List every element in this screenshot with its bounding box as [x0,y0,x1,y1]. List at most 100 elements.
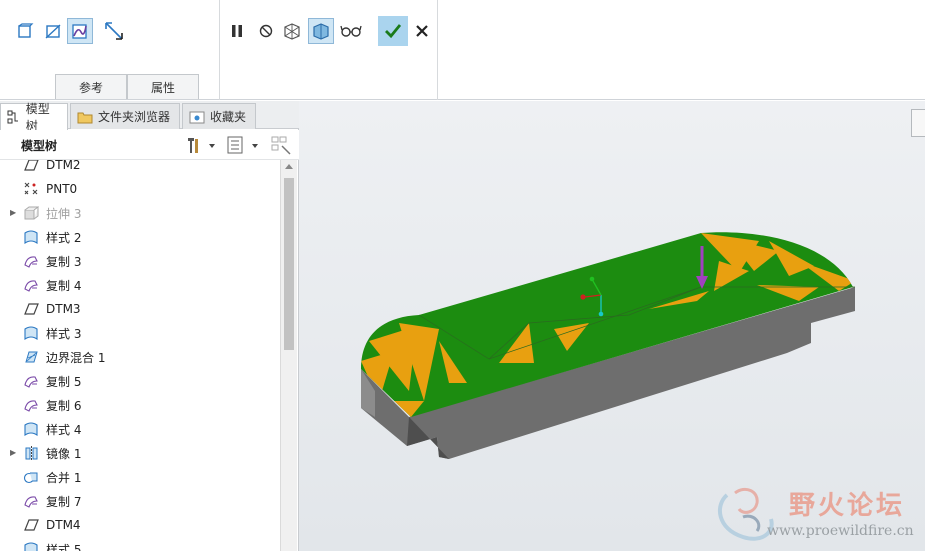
surface-icon [18,23,34,38]
tab-favorites[interactable]: 收藏夹 [182,103,256,129]
curve-icon [72,24,87,39]
cancel-button[interactable] [409,18,435,44]
tree-item[interactable]: 样式 2 [0,225,280,249]
plane-button[interactable] [40,18,66,44]
tree-item-label: 复制 4 [46,278,82,293]
copy-surface-icon [24,280,38,292]
tree-item-label: DTM4 [46,518,81,532]
glasses-button[interactable] [338,18,364,44]
tree-item[interactable]: 复制 3 [0,249,280,273]
tab-properties-label: 属性 [150,80,175,95]
style-surface-icon [24,326,38,341]
plane-icon [45,24,61,39]
check-icon [385,24,402,39]
tree-item-label: 复制 3 [46,254,82,269]
tab-file-browser-label: 文件夹浏览器 [98,110,171,124]
scale-button[interactable] [101,18,127,44]
scroll-thumb[interactable] [284,178,294,350]
datum-plane-icon [24,303,39,315]
tab-model-tree[interactable]: 模型树 [0,102,68,133]
favorites-icon [189,111,205,123]
tree-item-label: 样式 4 [46,422,82,437]
tree-item-label: 边界混合 1 [46,350,106,365]
stop-button[interactable] [253,18,279,44]
watermark: 野火论坛 www.proewildfire.cn [709,479,919,545]
model-tree-header: 模型树 [0,130,299,160]
model-tree: DTM2 PNT0 ▶ 拉伸 3 样式 2 复制 3 复制 4 DTM3 样式 3 边界混合 1 复… [0,160,280,551]
ribbon: 参考 属性 [0,0,925,100]
copy-surface-icon [24,376,38,388]
tree-item[interactable]: 样式 4 [0,417,280,441]
show-menu[interactable] [226,135,262,155]
tree-item[interactable]: PNT0 [0,177,280,201]
tree-item[interactable]: ▶ 镜像 1 [0,441,280,465]
style-surface-icon [24,422,38,437]
tree-item-label: 样式 3 [46,326,82,341]
tree-item[interactable]: 复制 4 [0,273,280,297]
tree-item[interactable]: 复制 7 [0,489,280,513]
model-tree-icon [7,110,18,124]
watermark-title: 野火论坛 [789,491,906,521]
copy-surface-icon [24,496,38,508]
merge-icon [23,472,38,484]
tree-item[interactable]: DTM2 [0,160,280,177]
tab-reference-label: 参考 [78,80,103,95]
ribbon-control-group [220,0,438,100]
list-view-icon [227,136,258,154]
pause-button[interactable] [224,18,250,44]
verify-preview-icon [313,23,329,40]
settings-menu[interactable] [183,135,219,155]
tree-item-label: 样式 2 [46,230,82,245]
tree-item-label: 样式 5 [46,542,82,551]
tree-item[interactable]: 复制 5 [0,369,280,393]
expand-arrow-icon[interactable]: ▶ [10,209,18,217]
graphics-viewport[interactable]: 野火论坛 www.proewildfire.cn [299,101,925,551]
watermark-url: www.proewildfire.cn [767,523,914,539]
tree-item-label: 复制 7 [46,494,82,509]
expand-arrow-icon[interactable]: ▶ [10,449,18,457]
style-surface-icon [24,230,38,245]
tab-reference[interactable]: 参考 [55,74,127,99]
tab-properties[interactable]: 属性 [127,74,199,99]
tree-item-label: PNT0 [46,182,78,196]
scale-arrow-icon [105,22,123,40]
tree-item[interactable]: 样式 3 [0,321,280,345]
preview-icon [284,23,300,40]
tree-item[interactable]: ▶ 拉伸 3 [0,201,280,225]
glasses-icon [340,25,362,37]
tree-item[interactable]: DTM3 [0,297,280,321]
tree-item[interactable]: DTM4 [0,513,280,537]
tree-scrollbar[interactable] [280,160,297,551]
tab-file-browser[interactable]: 文件夹浏览器 [70,103,180,129]
tree-item[interactable]: 样式 5 [0,537,280,551]
tree-item[interactable]: 边界混合 1 [0,345,280,369]
copy-surface-icon [24,256,38,268]
tree-item-label: 复制 5 [46,374,82,389]
scroll-up-icon[interactable] [285,164,293,169]
hammer-settings-icon [188,138,215,153]
preview-button[interactable] [279,18,305,44]
folder-icon [77,112,93,123]
model-tree-title: 模型树 [21,139,58,153]
mirror-icon [25,446,38,461]
datum-plane-icon [24,160,39,171]
tree-item-label: 合并 1 [46,470,82,485]
datum-plane-icon [24,519,39,531]
copy-surface-icon [24,400,38,412]
filter-button[interactable] [270,135,294,155]
surface-button[interactable] [12,18,38,44]
tree-item-label: DTM2 [46,160,81,172]
tree-filter-icon [271,136,291,155]
extrude-icon [24,206,39,220]
tree-item[interactable]: 合并 1 [0,465,280,489]
navigator-tabs: 模型树 文件夹浏览器 收藏夹 [0,101,299,133]
tree-item-label: 复制 6 [46,398,82,413]
verify-preview-button[interactable] [308,18,334,44]
tree-item-label: 拉伸 3 [46,206,82,221]
ok-button[interactable] [378,16,408,46]
style-surface-icon [24,542,38,551]
stop-icon [259,24,273,38]
tree-item[interactable]: 复制 6 [0,393,280,417]
curve-button[interactable] [67,18,93,44]
close-icon [416,25,428,37]
